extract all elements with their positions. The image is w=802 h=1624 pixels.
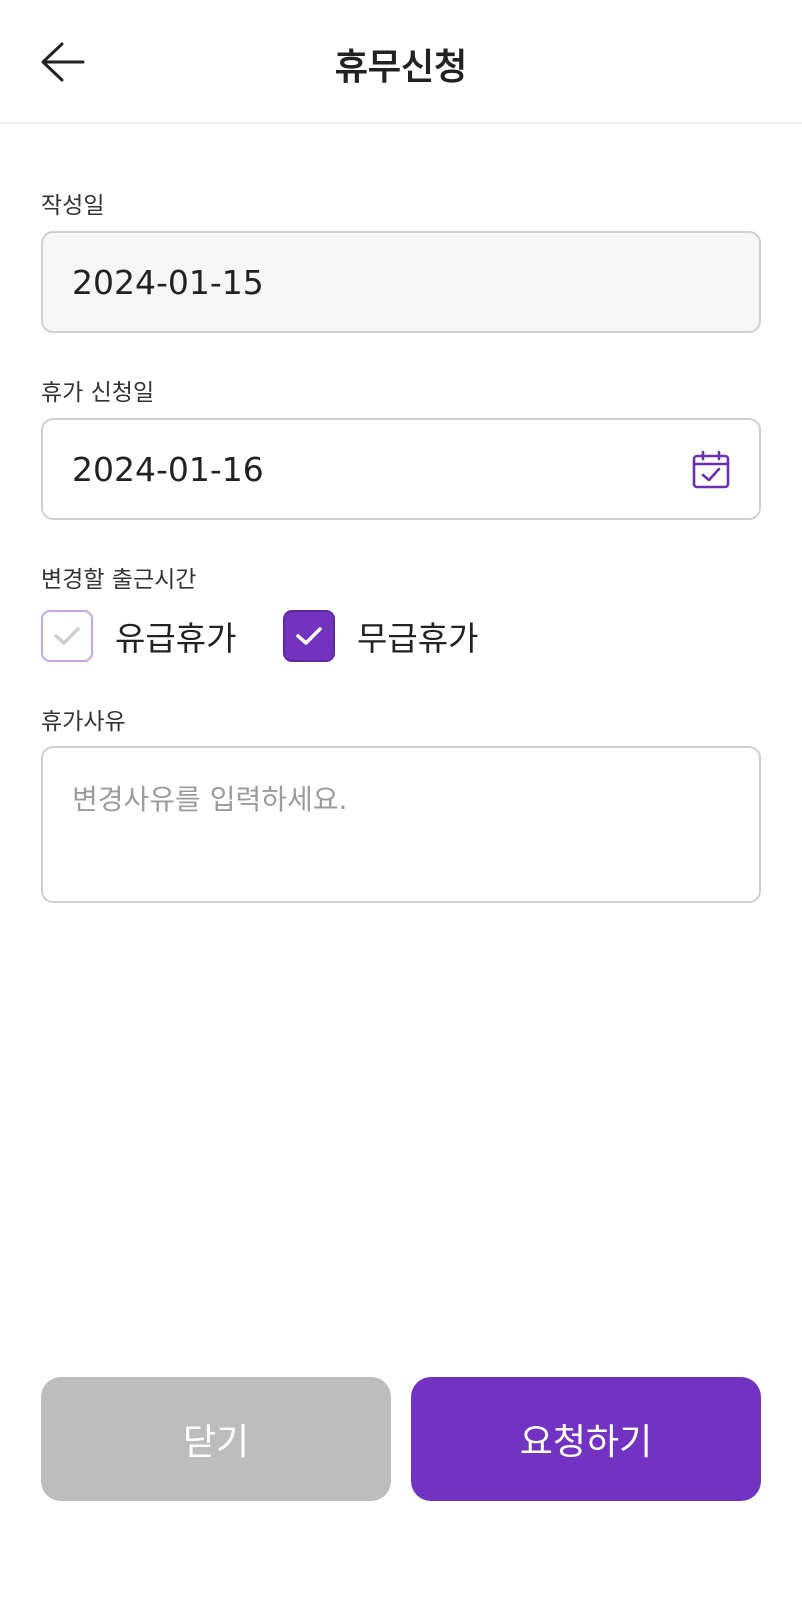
close-button[interactable]: 닫기 [41,1377,391,1501]
written-date-label: 작성일 [41,193,105,219]
paid-leave-label: 유급휴가 [115,619,237,658]
calendar-check-icon[interactable] [691,450,731,490]
leave-date-value: 2024-01-16 [72,449,264,489]
written-date-value: 2024-01-15 [72,262,264,302]
page-title: 휴무신청 [334,47,468,88]
written-date-field: 2024-01-15 [41,231,761,333]
check-icon [296,627,322,645]
unpaid-leave-label: 무급휴가 [357,619,479,658]
paid-leave-checkbox[interactable] [41,610,93,662]
check-icon [54,627,80,645]
leave-request-screen: 휴무신청 작성일 2024-01-15 휴가 신청일 2024-01-16 변경… [0,0,802,1624]
leave-type-label: 변경할 출근시간 [41,567,197,593]
unpaid-leave-option[interactable]: 무급휴가 [283,610,478,662]
unpaid-leave-checkbox[interactable] [283,610,335,662]
leave-date-field[interactable]: 2024-01-16 [41,418,761,520]
leave-date-label: 휴가 신청일 [41,380,155,406]
submit-request-button[interactable]: 요청하기 [411,1377,761,1501]
paid-leave-option[interactable]: 유급휴가 [41,610,236,662]
reason-label: 휴가사유 [41,709,126,735]
reason-input[interactable] [41,746,761,903]
app-header: 휴무신청 [0,0,802,124]
